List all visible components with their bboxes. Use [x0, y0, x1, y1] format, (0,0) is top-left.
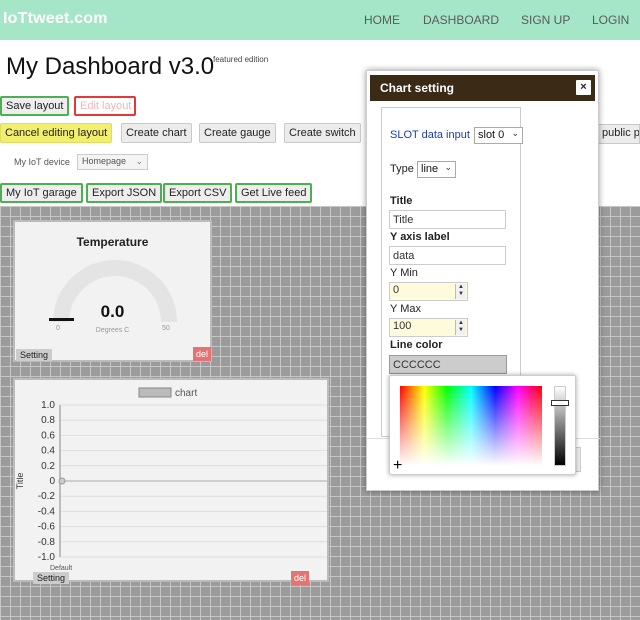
spin-up-icon: ▲ [458, 320, 464, 326]
edit-layout-button[interactable]: Edit layout [74, 96, 136, 116]
create-switch-button[interactable]: Create switch [284, 123, 361, 143]
ymin-input[interactable]: 0 ▲ ▼ [389, 282, 468, 301]
public-page-button[interactable]: public pa [598, 124, 640, 144]
type-select[interactable]: line ⌄ [417, 161, 456, 178]
gauge-widget[interactable]: Temperature 0.0 Degrees C 0 50 Setting d… [13, 220, 212, 362]
ymin-stepper[interactable]: ▲ ▼ [455, 284, 466, 299]
y-tick-label: 0.2 [41, 461, 55, 472]
spin-up-icon: ▲ [458, 284, 464, 290]
crosshair-icon[interactable]: + [393, 458, 402, 474]
cancel-editing-button[interactable]: Cancel editing layout [0, 123, 113, 143]
line-chart: chart 1.0 0.8 0.6 0.4 0.2 0 -0.2 -0.4 -0.6 -0.8 -1.… [15, 387, 327, 572]
nav-signup[interactable]: SIGN UP [521, 13, 570, 27]
ymin-label: Y Min [390, 267, 418, 279]
yaxis-label: Y axis label [390, 231, 450, 243]
modal-header: Chart setting × [370, 75, 595, 101]
chart-setting-button[interactable]: Setting [33, 572, 70, 584]
y-tick-label: -0.6 [38, 522, 56, 533]
y-tick-label: -0.2 [38, 491, 56, 502]
edition-label: featured edition [213, 55, 269, 64]
nav-dashboard[interactable]: DASHBOARD [423, 13, 499, 27]
gauge-arc [49, 260, 177, 323]
brightness-slider-thumb[interactable] [551, 400, 569, 406]
ymax-input[interactable]: 100 ▲ ▼ [389, 318, 468, 337]
export-json-button[interactable]: Export JSON [86, 183, 163, 203]
y-tick-label: 0.6 [41, 430, 55, 441]
x-axis-label: Default [50, 565, 72, 572]
modal-title: Chart setting [380, 81, 455, 95]
device-label: My IoT device [14, 157, 70, 167]
type-select-value: line [421, 163, 439, 175]
export-csv-button[interactable]: Export CSV [163, 183, 233, 203]
title-label: Title [390, 195, 413, 207]
nav-login[interactable]: LOGIN [592, 13, 629, 27]
slot-select-value: slot 0 [478, 129, 505, 141]
page-title: My Dashboard v3.0 [6, 53, 215, 80]
nav-home[interactable]: HOME [364, 13, 400, 27]
legend-swatch [138, 387, 172, 398]
title-input[interactable] [389, 210, 506, 229]
gauge-min: 0 [56, 325, 60, 332]
ymax-value: 100 [393, 320, 412, 332]
type-label: Type [390, 163, 414, 175]
navbar: IoTtweet.com HOME DASHBOARD SIGN UP LOGI… [0, 0, 640, 40]
data-point [58, 477, 66, 485]
spin-down-icon: ▼ [458, 327, 464, 333]
y-tick-label: 1.0 [41, 400, 55, 411]
live-feed-button[interactable]: Get Live feed [235, 183, 313, 203]
ymin-value: 0 [393, 284, 400, 296]
chart-widget[interactable]: chart 1.0 0.8 0.6 0.4 0.2 0 -0.2 -0.4 -0.6 -0.8 -1.… [13, 378, 329, 585]
y-tick-label: -0.8 [38, 537, 56, 548]
chevron-down-icon: ⌄ [444, 162, 452, 172]
gauge-unit: Degrees C [95, 327, 130, 334]
gauge-value: 0.0 [100, 302, 125, 321]
y-tick-label: -0.4 [38, 506, 56, 517]
save-layout-button[interactable]: Save layout [0, 96, 70, 116]
y-axis-label: Title [15, 473, 25, 490]
y-tick-label: -1.0 [38, 552, 56, 563]
spin-down-icon: ▼ [458, 291, 464, 297]
y-tick-label: 0.8 [41, 415, 55, 426]
chevron-down-icon: ⌄ [135, 156, 143, 166]
close-icon[interactable]: × [576, 80, 591, 95]
y-tick-label: 0.4 [41, 446, 55, 457]
slot-select[interactable]: slot 0 ⌄ [474, 127, 523, 144]
create-gauge-button[interactable]: Create gauge [199, 123, 276, 143]
ymax-stepper[interactable]: ▲ ▼ [455, 320, 466, 335]
line-color-input[interactable] [389, 355, 507, 374]
line-color-label: Line color [390, 339, 443, 351]
create-chart-button[interactable]: Create chart [121, 123, 192, 143]
gauge-max: 50 [162, 325, 170, 332]
brightness-slider[interactable] [554, 386, 566, 466]
device-select[interactable]: Homepage ⌄ [77, 154, 148, 170]
color-spectrum[interactable] [400, 386, 542, 466]
y-tick-label: 0 [49, 476, 55, 487]
ymax-label: Y Max [390, 303, 421, 315]
color-picker[interactable]: + [389, 375, 576, 475]
device-select-value: Homepage [82, 156, 127, 166]
gauge-delete-button[interactable]: del [193, 347, 212, 361]
chevron-down-icon: ⌄ [511, 128, 519, 138]
chart-delete-button[interactable]: del [291, 571, 310, 585]
brand-logo[interactable]: IoTtweet.com [3, 10, 108, 28]
yaxis-input[interactable] [389, 246, 506, 265]
legend-label: chart [175, 388, 197, 399]
my-garage-button[interactable]: My IoT garage [0, 183, 83, 203]
gauge-setting-button[interactable]: Setting [16, 349, 53, 361]
slot-label: SLOT data input [390, 129, 470, 141]
